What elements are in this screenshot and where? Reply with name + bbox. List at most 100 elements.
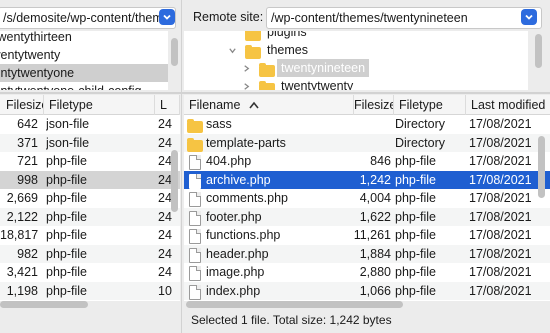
sort-ascending-icon bbox=[249, 101, 259, 109]
remote-file-row[interactable]: archive.php 1,242 php-file 17/08/2021 bbox=[184, 170, 550, 189]
file-icon bbox=[189, 192, 201, 207]
local-tree-item[interactable]: twentytwentyone-child-config bbox=[0, 82, 168, 90]
remote-site-label: Remote site: bbox=[193, 10, 264, 24]
file-modified: 17/08/2021 bbox=[469, 154, 532, 168]
column-filesize[interactable]: Filesize bbox=[354, 95, 394, 115]
local-path-input[interactable]: /s/demosite/wp-content/themes bbox=[0, 7, 176, 29]
remote-tree-item[interactable]: twentynineteen bbox=[184, 59, 528, 77]
local-tree-item[interactable]: twentytwenty bbox=[0, 46, 168, 64]
remote-file-row[interactable]: footer.php 1,622 php-file 17/08/2021 bbox=[184, 207, 550, 226]
local-tree-scrollbar[interactable] bbox=[171, 38, 178, 66]
file-type: php-file bbox=[395, 246, 436, 261]
file-name: sass bbox=[206, 117, 232, 131]
file-modified: 24 bbox=[158, 117, 172, 131]
file-size: 18,817 bbox=[0, 228, 38, 242]
remote-directory-tree[interactable]: plugins themes twentynineteen twentytwenty bbox=[184, 31, 528, 90]
remote-file-row[interactable]: sass Directory 17/08/2021 bbox=[184, 115, 550, 134]
file-name: archive.php bbox=[206, 172, 271, 187]
local-tree-item-selected[interactable]: twentytwentyone bbox=[0, 64, 168, 82]
file-size: 1,198 bbox=[6, 283, 38, 298]
file-icon bbox=[189, 173, 201, 189]
file-modified: 17/08/2021 bbox=[469, 191, 532, 205]
file-name: comments.php bbox=[206, 191, 288, 205]
remote-tree-label: twentytwenty bbox=[281, 79, 354, 90]
file-size: 1,622 bbox=[359, 209, 391, 224]
column-filesize[interactable]: Filesize bbox=[0, 95, 44, 115]
file-type: php-file bbox=[46, 191, 87, 205]
file-icon bbox=[189, 266, 201, 281]
file-modified: 17/08/2021 bbox=[469, 265, 532, 279]
remote-tree-scrollbar[interactable] bbox=[535, 34, 542, 68]
local-file-list-header: Filesize Filetype L bbox=[0, 95, 180, 115]
chevron-down-icon bbox=[163, 14, 171, 20]
local-file-row[interactable]: 721 php-file 24 bbox=[0, 152, 180, 171]
file-icon bbox=[189, 210, 201, 226]
file-type: php-file bbox=[395, 228, 436, 242]
file-size: 2,122 bbox=[6, 209, 38, 224]
local-file-row[interactable]: 982 php-file 24 bbox=[0, 244, 180, 263]
local-file-row[interactable]: 2,122 php-file 24 bbox=[0, 207, 180, 226]
remote-file-row[interactable]: image.php 2,880 php-file 17/08/2021 bbox=[184, 263, 550, 282]
column-filetype[interactable]: Filetype bbox=[394, 95, 466, 115]
column-last-modified[interactable]: L bbox=[155, 95, 180, 115]
column-filename[interactable]: Filename bbox=[184, 95, 354, 115]
file-name: index.php bbox=[206, 283, 261, 298]
column-last-modified[interactable]: Last modified bbox=[466, 95, 550, 115]
file-modified: 17/08/2021 bbox=[469, 117, 532, 131]
local-list-hscrollbar[interactable] bbox=[0, 301, 88, 308]
remote-tree-label: themes bbox=[267, 43, 308, 57]
remote-list-scrollbar[interactable] bbox=[538, 136, 545, 198]
file-size: 1,884 bbox=[359, 246, 391, 261]
remote-tree-label: twentynineteen bbox=[277, 59, 370, 77]
file-type: php-file bbox=[395, 265, 436, 279]
remote-file-row[interactable]: template-parts Directory 17/08/2021 bbox=[184, 133, 550, 152]
remote-tree-item[interactable]: plugins bbox=[184, 31, 528, 41]
file-name: footer.php bbox=[206, 209, 262, 224]
remote-file-list[interactable]: sass Directory 17/08/2021 template-parts Dir… bbox=[184, 115, 550, 301]
local-file-row[interactable]: 642 json-file 24 bbox=[0, 115, 180, 134]
file-type: php-file bbox=[46, 283, 87, 298]
tree-list-divider-left bbox=[0, 92, 182, 94]
remote-file-row[interactable]: index.php 1,066 php-file 17/08/2021 bbox=[184, 281, 550, 300]
remote-list-hscrollbar[interactable] bbox=[186, 301, 403, 308]
remote-path-input[interactable]: /wp-content/themes/twentynineteen bbox=[266, 7, 542, 29]
local-path-dropdown-button[interactable] bbox=[159, 9, 175, 25]
local-file-row[interactable]: 2,669 php-file 24 bbox=[0, 189, 180, 208]
folder-icon bbox=[259, 81, 275, 90]
chevron-right-icon[interactable] bbox=[242, 64, 251, 73]
file-modified: 10 bbox=[158, 283, 172, 298]
file-modified: 17/08/2021 bbox=[469, 172, 532, 187]
local-file-row[interactable]: 998 php-file 24 bbox=[0, 170, 180, 189]
file-type: php-file bbox=[46, 228, 87, 242]
remote-file-row[interactable]: functions.php 11,261 php-file 17/08/2021 bbox=[184, 226, 550, 245]
local-file-row[interactable]: 18,817 php-file 24 bbox=[0, 226, 180, 245]
local-file-row[interactable]: 1,198 php-file 10 bbox=[0, 281, 180, 300]
local-file-row[interactable]: 371 json-file 24 bbox=[0, 133, 180, 152]
remote-file-row[interactable]: comments.php 4,004 php-file 17/08/2021 bbox=[184, 189, 550, 208]
file-size: 371 bbox=[17, 135, 38, 150]
local-file-row[interactable]: 3,421 php-file 24 bbox=[0, 263, 180, 282]
file-size: 3,421 bbox=[6, 265, 38, 279]
file-type: json-file bbox=[46, 135, 90, 150]
local-tree-item[interactable]: twentythirteen bbox=[0, 31, 168, 46]
file-type: php-file bbox=[395, 191, 436, 205]
file-type: php-file bbox=[395, 283, 436, 298]
remote-tree-item[interactable]: themes bbox=[184, 41, 528, 59]
remote-file-row[interactable]: header.php 1,884 php-file 17/08/2021 bbox=[184, 244, 550, 263]
chevron-right-icon[interactable] bbox=[242, 82, 251, 90]
local-directory-tree[interactable]: twentythirteen twentytwenty twentytwenty… bbox=[0, 31, 168, 90]
file-type: php-file bbox=[46, 209, 87, 224]
file-modified: 17/08/2021 bbox=[469, 228, 532, 242]
remote-tree-item[interactable]: twentytwenty bbox=[184, 77, 528, 90]
chevron-down-icon[interactable] bbox=[228, 46, 237, 55]
local-file-list[interactable]: 642 json-file 24 371 json-file 24 721 php-file 2… bbox=[0, 115, 180, 301]
folder-icon bbox=[259, 63, 275, 77]
remote-file-row[interactable]: 404.php 846 php-file 17/08/2021 bbox=[184, 152, 550, 171]
chevron-down-icon bbox=[525, 14, 533, 20]
remote-path-dropdown-button[interactable] bbox=[521, 9, 537, 25]
file-size: 1,066 bbox=[359, 283, 391, 298]
tree-list-divider-right bbox=[182, 92, 550, 94]
local-list-scrollbar[interactable] bbox=[171, 150, 178, 212]
folder-icon bbox=[187, 137, 203, 152]
column-filetype[interactable]: Filetype bbox=[44, 95, 155, 115]
